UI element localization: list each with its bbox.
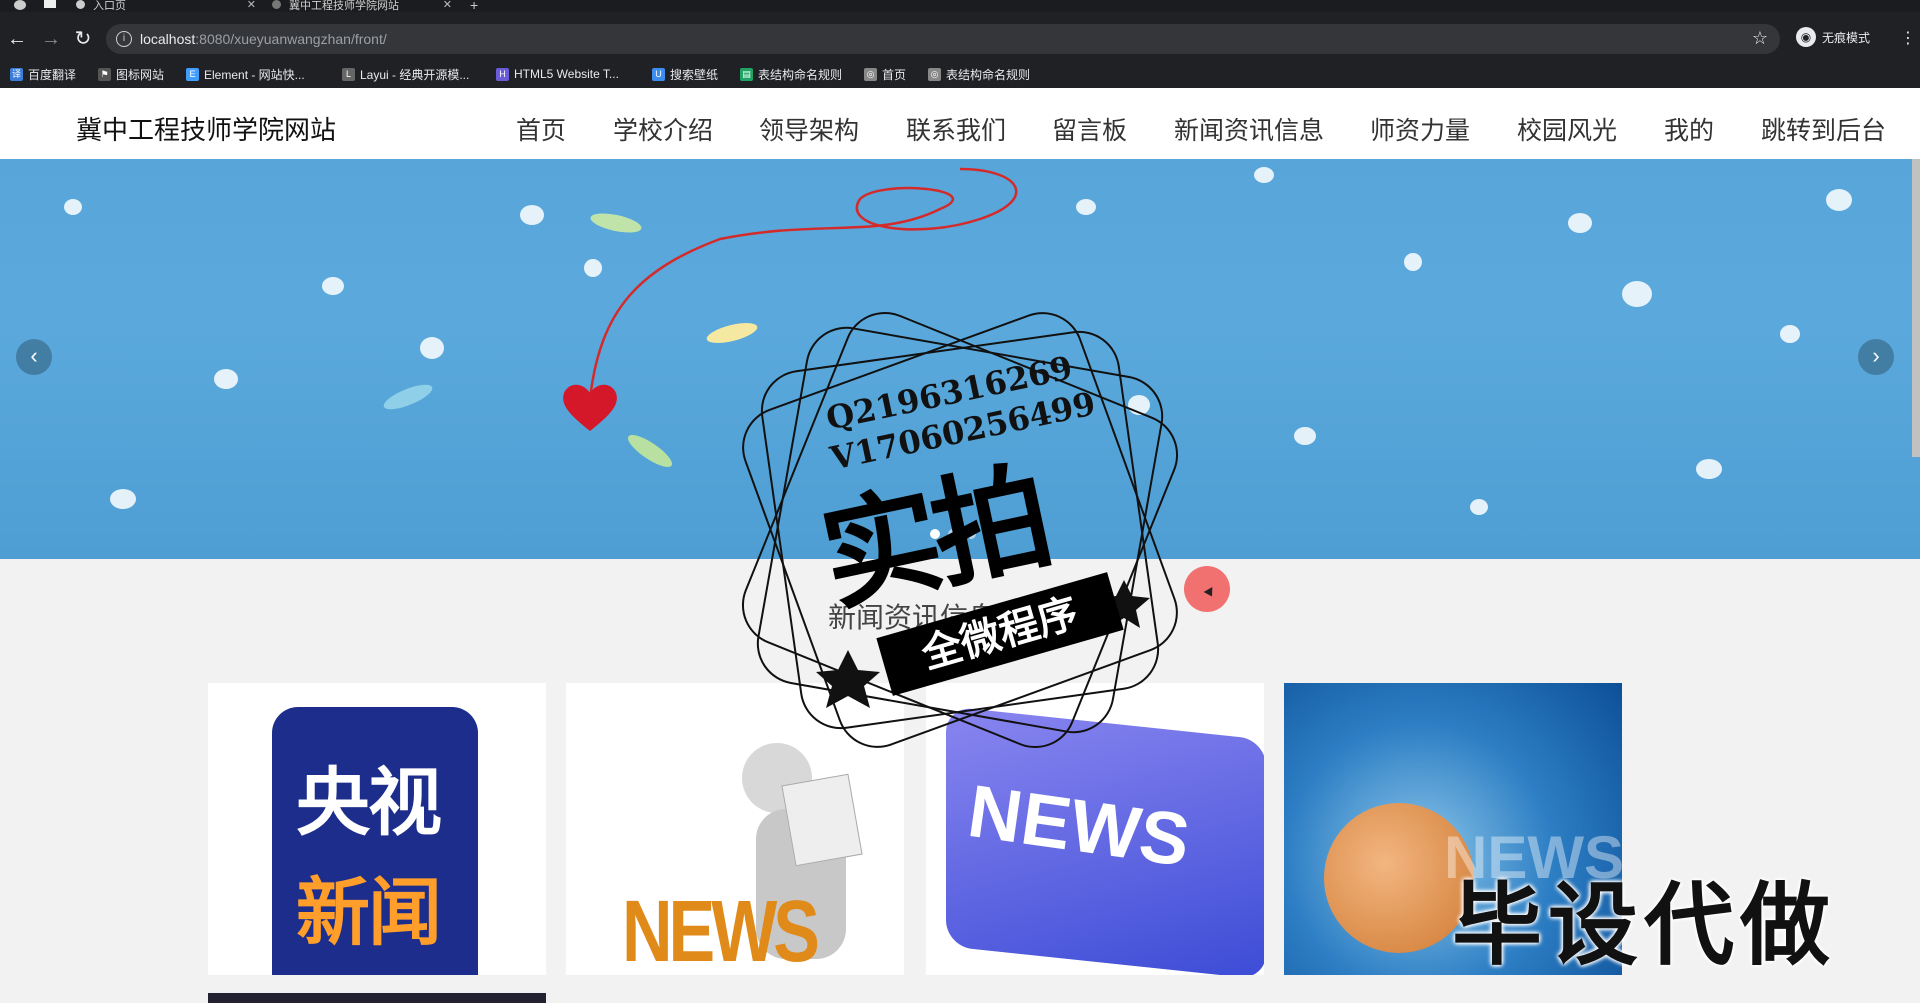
news-image: 央视 新闻	[272, 707, 478, 975]
tab-site[interactable]: 冀中工程技师学院网站 ✕	[272, 0, 452, 12]
bubble-decoration	[1622, 281, 1652, 307]
bookmark-label: Layui - 经典开源模...	[360, 67, 470, 82]
tab-close-icon[interactable]: ✕	[443, 0, 452, 11]
news-image-text: 新闻	[296, 871, 442, 954]
news-image-text: 央视	[296, 761, 442, 844]
news-card-next-row[interactable]	[208, 993, 546, 1003]
window-icon[interactable]	[44, 0, 56, 8]
heart-icon	[563, 384, 617, 431]
tab-close-icon[interactable]: ✕	[247, 0, 256, 11]
tab-favicon-icon	[272, 0, 281, 9]
bookmark-label: 首页	[882, 67, 907, 82]
bookmark-star-icon[interactable]: ☆	[1752, 28, 1768, 49]
bubble-decoration	[64, 199, 82, 215]
bookmark-item[interactable]: ◎ 首页	[864, 65, 906, 83]
bookmark-item[interactable]: ▤ 表结构命名规则	[740, 65, 842, 83]
bubble-decoration	[214, 369, 238, 389]
news-image-text: NEWS	[622, 882, 820, 975]
nav-admin[interactable]: 跳转到后台	[1761, 111, 1886, 147]
nav-school-intro[interactable]: 学校介绍	[613, 111, 713, 147]
nav-campus[interactable]: 校园风光	[1517, 111, 1617, 147]
url-host: localhost	[140, 31, 196, 47]
tab-title: 入口页	[93, 0, 126, 12]
url-path: :8080/xueyuanwangzhan/front/	[195, 31, 387, 47]
url-text[interactable]: localhost:8080/xueyuanwangzhan/front/	[140, 31, 387, 47]
bubble-decoration	[1696, 459, 1722, 479]
new-tab-icon[interactable]: +	[470, 0, 478, 13]
bookmark-item[interactable]: U 搜索壁纸	[652, 65, 718, 83]
fish-decoration	[380, 379, 436, 415]
bookmark-label: 百度翻译	[28, 67, 77, 82]
bubble-decoration	[1254, 167, 1274, 183]
bubble-decoration	[322, 277, 344, 295]
nav-contact[interactable]: 联系我们	[906, 111, 1006, 147]
nav-news[interactable]: 新闻资讯信息	[1174, 111, 1324, 147]
tab-favicon-icon	[76, 0, 85, 9]
bubble-decoration	[1294, 427, 1316, 445]
bookmark-item[interactable]: ⚑ 图标网站	[98, 65, 164, 83]
nav-home[interactable]: 首页	[516, 111, 566, 147]
globe-icon: ◎	[928, 67, 941, 81]
bookmark-item[interactable]: L Layui - 经典开源模...	[342, 65, 469, 83]
bubble-decoration	[1470, 499, 1488, 515]
bookmark-label: Element - 网站快...	[204, 67, 305, 82]
site-header: 冀中工程技师学院网站 首页 学校介绍 领导架构 联系我们 留言板 新闻资讯信息 …	[0, 88, 1920, 159]
nav-message-board[interactable]: 留言板	[1052, 111, 1127, 147]
bubble-decoration	[520, 205, 544, 225]
bookmark-label: 表结构命名规则	[758, 67, 843, 82]
nav-faculty[interactable]: 师资力量	[1370, 111, 1470, 147]
address-bar[interactable]: i localhost:8080/xueyuanwangzhan/front/ …	[106, 24, 1780, 54]
html5-icon: H	[496, 67, 509, 81]
browser-chrome: 入口页 ✕ 冀中工程技师学院网站 ✕ + ← → ↻ i localhost:8…	[0, 0, 1920, 88]
bookmark-item[interactable]: H HTML5 Website T...	[496, 65, 619, 83]
bookmark-label: 图标网站	[116, 67, 165, 82]
bubble-decoration	[1404, 253, 1422, 271]
incognito-icon: ◉	[1796, 27, 1816, 47]
nav-mine[interactable]: 我的	[1664, 111, 1714, 147]
reload-icon[interactable]: ↻	[72, 28, 94, 50]
bookmarks-bar: 译百度翻译 ⚑ 图标网站 E Element - 网站快... L Layui - 经…	[0, 60, 1920, 88]
flag-icon: ⚑	[98, 67, 111, 81]
layui-icon: L	[342, 67, 355, 81]
nav-leadership[interactable]: 领导架构	[759, 111, 859, 147]
bookmark-item[interactable]: 译百度翻译	[10, 65, 76, 83]
watermark-bottom: 毕设代做	[1452, 876, 1836, 976]
bookmark-item[interactable]: E Element - 网站快...	[186, 65, 305, 83]
wallpaper-icon: U	[652, 67, 665, 81]
bubble-decoration	[1826, 189, 1852, 211]
back-arrow-icon[interactable]: ←	[6, 28, 28, 50]
bookmark-label: HTML5 Website T...	[514, 67, 619, 81]
translate-icon: 译	[10, 67, 23, 81]
bubble-decoration	[1568, 213, 1592, 233]
profile-label: 无痕模式	[1822, 30, 1871, 45]
newspaper-icon	[781, 773, 863, 867]
scrollbar[interactable]	[1912, 159, 1920, 457]
incognito-profile[interactable]: ◉ 无痕模式	[1796, 24, 1870, 50]
tab-title: 冀中工程技师学院网站	[289, 0, 399, 12]
chrome-menu-icon[interactable]	[14, 0, 26, 10]
bubble-decoration	[1780, 325, 1800, 343]
bubble-decoration	[420, 337, 444, 359]
sheet-icon: ▤	[740, 67, 753, 81]
bookmark-label: 表结构命名规则	[946, 67, 1031, 82]
bookmark-label: 搜索壁纸	[670, 67, 719, 82]
element-icon: E	[186, 67, 199, 81]
forward-arrow-icon[interactable]: →	[40, 28, 62, 50]
site-title[interactable]: 冀中工程技师学院网站	[76, 110, 336, 147]
bookmark-item[interactable]: ◎ 表结构命名规则	[928, 65, 1030, 83]
info-icon[interactable]: i	[116, 31, 132, 47]
tab-strip: 入口页 ✕ 冀中工程技师学院网站 ✕ +	[0, 0, 1920, 13]
carousel-next-button[interactable]: ›	[1858, 339, 1894, 375]
tab-entry[interactable]: 入口页 ✕	[76, 0, 256, 12]
address-row: ← → ↻ i localhost:8080/xueyuanwangzhan/f…	[0, 20, 1920, 58]
carousel-prev-button[interactable]: ‹	[16, 339, 52, 375]
bubble-decoration	[110, 489, 136, 509]
globe-icon: ◎	[864, 67, 877, 81]
menu-dots-icon[interactable]: ⋮	[1900, 28, 1916, 48]
news-card[interactable]: 央视 新闻	[208, 683, 546, 975]
